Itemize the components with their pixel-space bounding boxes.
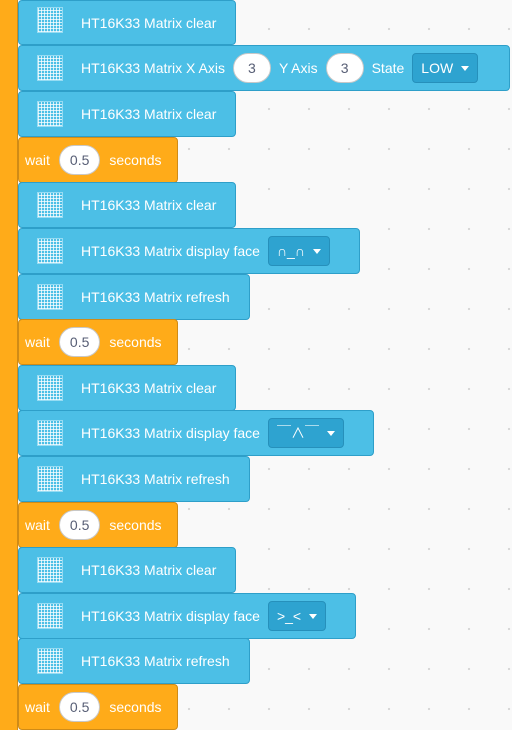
- y-axis-label: Y Axis: [278, 60, 318, 76]
- matrix-display-face-block[interactable]: HT16K33 Matrix display face ￣∧￣: [18, 410, 374, 456]
- led-matrix-icon: [37, 420, 63, 446]
- matrix-set-pixel-block[interactable]: HT16K33 Matrix X Axis 3 Y Axis 3 State L…: [18, 45, 510, 91]
- matrix-refresh-block[interactable]: HT16K33 Matrix refresh: [18, 638, 250, 684]
- face-dropdown-value: ￣∧￣: [276, 425, 319, 441]
- seconds-label: seconds: [109, 152, 162, 168]
- wait-seconds-input[interactable]: 0.5: [58, 145, 101, 175]
- x-axis-input[interactable]: 3: [232, 53, 271, 83]
- led-matrix-icon: [37, 55, 63, 81]
- matrix-clear-block[interactable]: HT16K33 Matrix clear: [18, 365, 236, 411]
- led-matrix-icon: [37, 7, 63, 33]
- led-matrix-icon: [37, 375, 63, 401]
- matrix-clear-block[interactable]: HT16K33 Matrix clear: [18, 547, 236, 593]
- wait-label: wait: [25, 152, 50, 168]
- block-label: HT16K33 Matrix X Axis: [81, 60, 225, 76]
- led-matrix-icon: [37, 284, 63, 310]
- face-dropdown-value: >_<: [276, 608, 302, 624]
- block-label: HT16K33 Matrix clear: [81, 562, 217, 578]
- wait-block[interactable]: wait 0.5 seconds: [18, 684, 178, 730]
- seconds-label: seconds: [109, 699, 162, 715]
- chevron-down-icon: [461, 65, 470, 71]
- block-label: HT16K33 Matrix display face: [81, 608, 260, 624]
- seconds-label: seconds: [109, 334, 162, 350]
- block-label: HT16K33 Matrix refresh: [81, 653, 230, 669]
- matrix-display-face-block[interactable]: HT16K33 Matrix display face ∩_∩: [18, 228, 360, 274]
- state-label: State: [371, 60, 405, 76]
- block-label: HT16K33 Matrix clear: [81, 380, 217, 396]
- block-label: HT16K33 Matrix clear: [81, 106, 217, 122]
- script-spine: [0, 0, 18, 730]
- wait-label: wait: [25, 699, 50, 715]
- led-matrix-icon: [37, 648, 63, 674]
- led-matrix-icon: [37, 101, 63, 127]
- wait-seconds-input[interactable]: 0.5: [58, 692, 101, 722]
- matrix-refresh-block[interactable]: HT16K33 Matrix refresh: [18, 456, 250, 502]
- y-axis-input[interactable]: 3: [325, 53, 364, 83]
- seconds-label: seconds: [109, 517, 162, 533]
- wait-seconds-input[interactable]: 0.5: [58, 510, 101, 540]
- chevron-down-icon: [309, 613, 318, 619]
- face-dropdown[interactable]: ∩_∩: [267, 236, 330, 266]
- led-matrix-icon: [37, 192, 63, 218]
- block-label: HT16K33 Matrix display face: [81, 425, 260, 441]
- led-matrix-icon: [37, 557, 63, 583]
- matrix-refresh-block[interactable]: HT16K33 Matrix refresh: [18, 274, 250, 320]
- wait-label: wait: [25, 517, 50, 533]
- face-dropdown[interactable]: ￣∧￣: [267, 418, 344, 448]
- block-label: HT16K33 Matrix clear: [81, 197, 217, 213]
- wait-seconds-input[interactable]: 0.5: [58, 327, 101, 357]
- matrix-clear-block[interactable]: HT16K33 Matrix clear: [18, 182, 236, 228]
- matrix-clear-block[interactable]: HT16K33 Matrix clear: [18, 91, 236, 137]
- block-label: HT16K33 Matrix refresh: [81, 471, 230, 487]
- wait-block[interactable]: wait 0.5 seconds: [18, 137, 178, 183]
- led-matrix-icon: [37, 238, 63, 264]
- block-label: HT16K33 Matrix display face: [81, 243, 260, 259]
- wait-block[interactable]: wait 0.5 seconds: [18, 319, 178, 365]
- chevron-down-icon: [312, 248, 321, 254]
- led-matrix-icon: [37, 603, 63, 629]
- chevron-down-icon: [326, 430, 335, 436]
- block-label: HT16K33 Matrix clear: [81, 14, 217, 31]
- block-label: HT16K33 Matrix refresh: [81, 289, 230, 305]
- matrix-display-face-block[interactable]: HT16K33 Matrix display face >_<: [18, 593, 356, 639]
- face-dropdown-value: ∩_∩: [276, 243, 305, 259]
- led-matrix-icon: [37, 466, 63, 492]
- wait-label: wait: [25, 334, 50, 350]
- face-dropdown[interactable]: >_<: [267, 601, 327, 631]
- state-dropdown-value: LOW: [421, 60, 454, 76]
- matrix-clear-block[interactable]: HT16K33 Matrix clear: [18, 0, 236, 45]
- state-dropdown[interactable]: LOW: [412, 53, 479, 83]
- wait-block[interactable]: wait 0.5 seconds: [18, 502, 178, 548]
